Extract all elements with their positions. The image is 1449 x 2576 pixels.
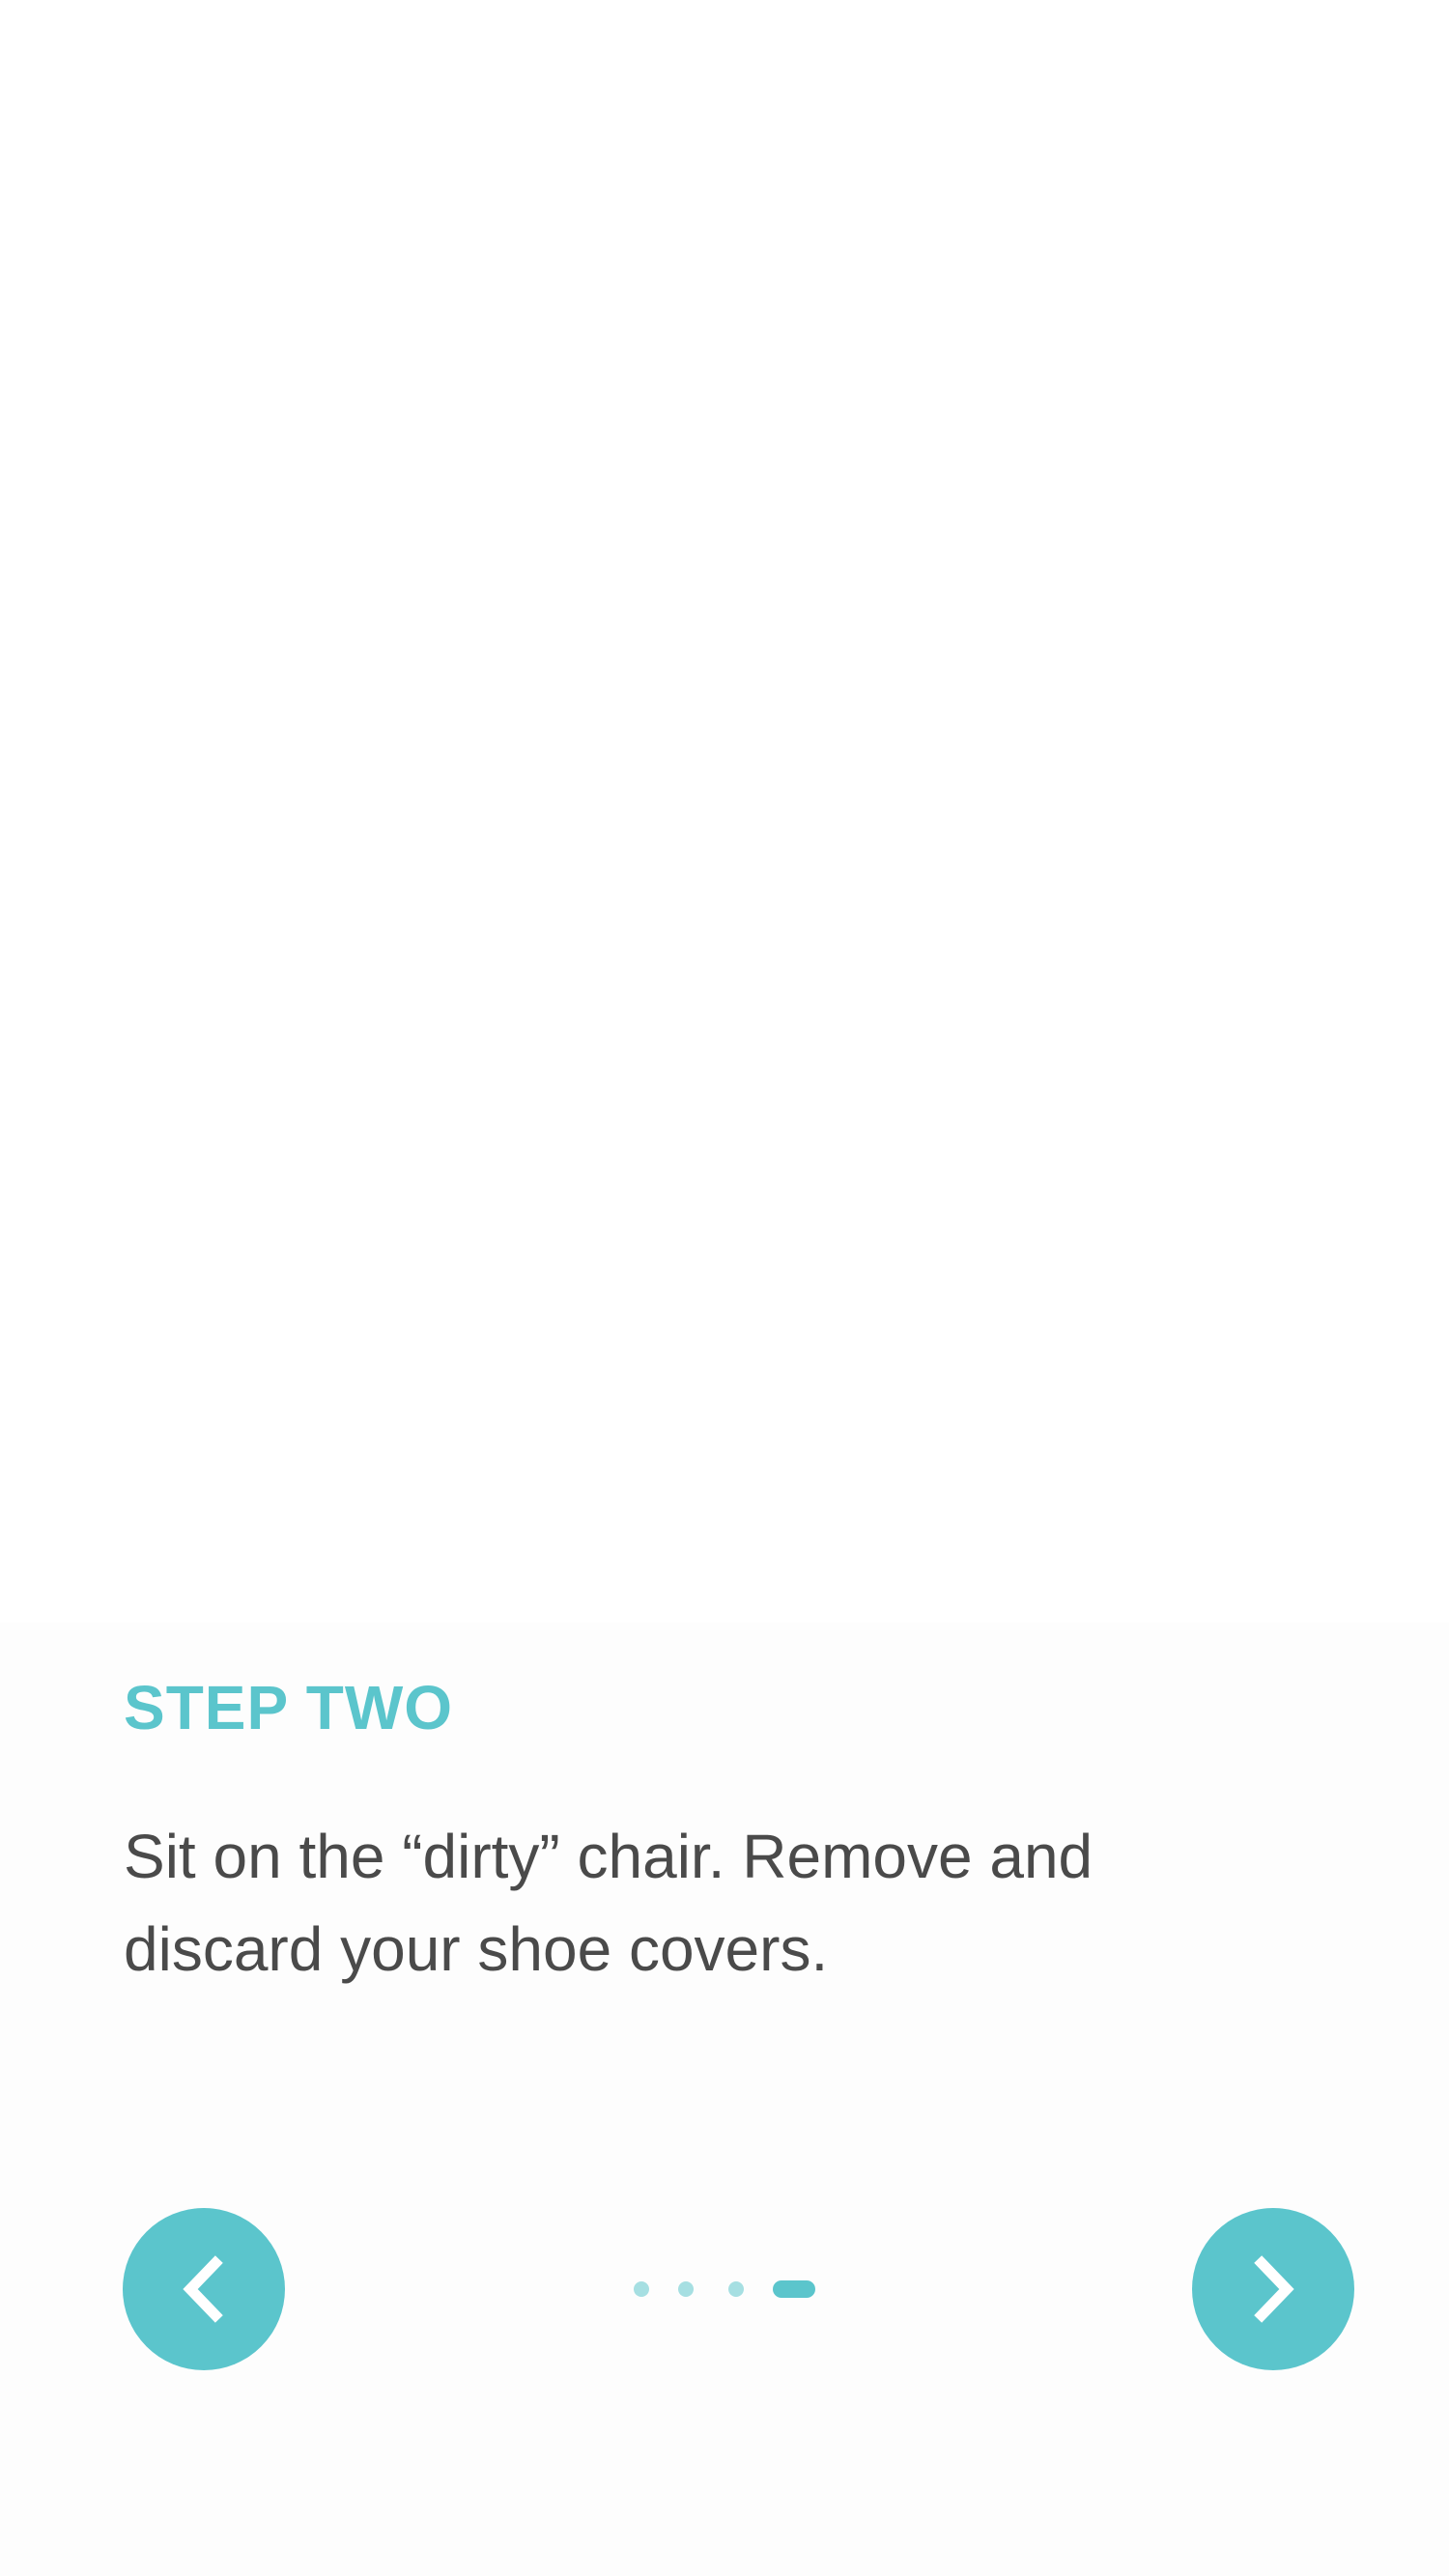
next-button[interactable] (1192, 2208, 1354, 2370)
page-dot-active (773, 2280, 815, 2298)
previous-button[interactable] (123, 2208, 285, 2370)
page-indicator (618, 2279, 840, 2299)
page-dot (634, 2281, 649, 2297)
step-title: STEP TWO (124, 1673, 454, 1742)
page-dot (678, 2281, 694, 2297)
page-dot (728, 2281, 744, 2297)
step-description: Sit on the “dirty” chair. Remove and dis… (124, 1822, 1094, 1984)
chevron-left-icon (175, 2255, 233, 2323)
chevron-right-icon (1244, 2255, 1302, 2323)
illustration-area (0, 0, 1449, 1623)
